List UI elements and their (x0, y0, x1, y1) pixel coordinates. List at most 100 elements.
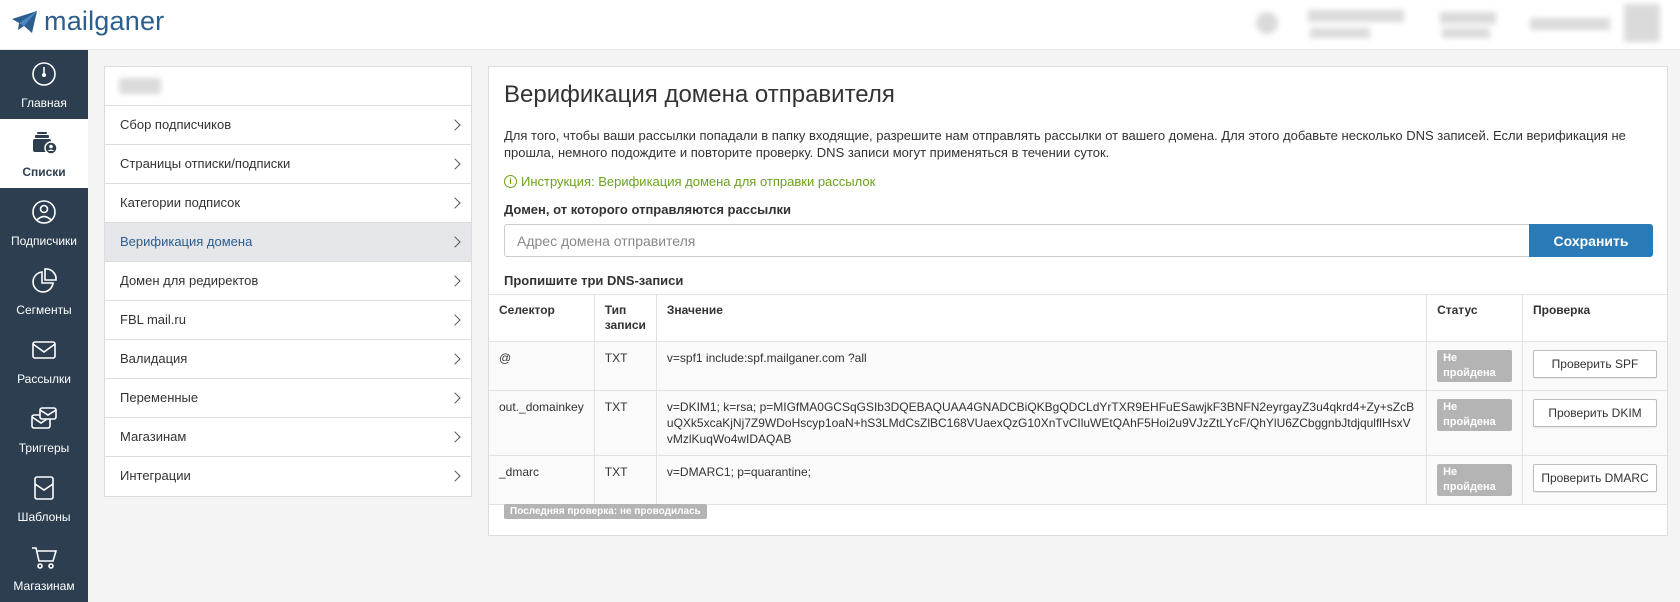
submenu-item-subscription-categories[interactable]: Категории подписок (105, 184, 471, 223)
table-header-row: Селектор Тип записи Значение Статус Пров… (489, 294, 1667, 342)
status-cell: Не пройдена (1426, 390, 1523, 456)
sidebar-item-label: Главная (21, 96, 67, 110)
blurred-header-item (1256, 12, 1278, 34)
page-description: Для того, чтобы ваши рассылки попадали в… (504, 128, 1626, 160)
sidebar-item-label: Магазинам (13, 579, 75, 593)
chevron-right-icon (449, 236, 461, 248)
sidebar-item-triggers[interactable]: Триггеры (0, 395, 88, 464)
value-cell: v=DMARC1; p=quarantine; (656, 455, 1428, 505)
sidebar-item-templates[interactable]: Шаблоны (0, 464, 88, 533)
column-header-selector: Селектор (489, 294, 595, 342)
submenu-item-validation[interactable]: Валидация (105, 340, 471, 379)
trigger-icon (31, 407, 57, 429)
dns-records-table: Селектор Тип записи Значение Статус Пров… (489, 294, 1667, 505)
column-header-check: Проверка (1522, 294, 1667, 342)
status-cell: Не пройдена (1426, 341, 1523, 391)
table-row: out._domainkey TXT v=DKIM1; k=rsa; p=MIG… (489, 390, 1667, 456)
sidebar-item-campaigns[interactable]: Рассылки (0, 326, 88, 395)
save-button[interactable]: Сохранить (1529, 224, 1653, 257)
chevron-right-icon (449, 392, 461, 404)
submenu-item-label: FBL mail.ru (120, 312, 186, 327)
table-row: @ TXT v=spf1 include:spf.mailganer.com ?… (489, 341, 1667, 391)
column-header-status: Статус (1426, 294, 1523, 342)
domain-input[interactable] (504, 224, 1530, 257)
list-settings-menu: Сбор подписчиков Страницы отписки/подпис… (104, 66, 472, 497)
submenu-item-integrations[interactable]: Интеграции (105, 457, 471, 496)
template-icon (34, 476, 54, 500)
check-cell: Проверить DKIM (1522, 390, 1667, 456)
check-cell: Проверить SPF (1522, 341, 1667, 391)
chevron-right-icon (449, 353, 461, 365)
last-check-badge: Последняя проверка: не проводилась (504, 504, 707, 519)
blurred-header-item (1530, 18, 1610, 30)
submenu-item-subscriber-collection[interactable]: Сбор подписчиков (105, 106, 471, 145)
type-cell: TXT (594, 390, 657, 456)
chevron-right-icon (449, 197, 461, 209)
instruction-link[interactable]: i Инструкция: Верификация домена для отп… (504, 174, 875, 189)
sidebar-item-segments[interactable]: Сегменты (0, 257, 88, 326)
user-icon (32, 200, 56, 224)
submenu-item-domain-verification[interactable]: Верификация домена (105, 223, 471, 262)
check-cell: Проверить DMARC (1522, 455, 1667, 505)
status-cell: Не пройдена (1426, 455, 1523, 505)
domain-field-label: Домен, от которого отправляются рассылки (504, 202, 792, 217)
submenu-item-label: Магазинам (120, 429, 187, 444)
sidebar-item-label: Списки (22, 165, 66, 179)
submenu-item-unsubscribe-pages[interactable]: Страницы отписки/подписки (105, 145, 471, 184)
sidebar-item-label: Шаблоны (17, 510, 71, 524)
chevron-right-icon (449, 431, 461, 443)
status-badge: Не пройдена (1437, 464, 1512, 496)
sidebar-item-subscribers[interactable]: Подписчики (0, 188, 88, 257)
column-header-type: Тип записи (594, 294, 657, 342)
instruction-link-label: Инструкция: Верификация домена для отпра… (521, 174, 876, 189)
selector-cell: _dmarc (489, 455, 595, 505)
blurred-list-name (119, 78, 161, 94)
submenu-item-label: Страницы отписки/подписки (120, 156, 291, 171)
table-row: _dmarc TXT v=DMARC1; p=quarantine; Не пр… (489, 455, 1667, 505)
dashboard-gauge-icon (32, 62, 56, 86)
column-header-value: Значение (656, 294, 1428, 342)
selector-cell: out._domainkey (489, 390, 595, 456)
blurred-header-item (1310, 28, 1370, 38)
submenu-header (105, 67, 471, 106)
value-cell: v=spf1 include:spf.mailganer.com ?all (656, 341, 1428, 391)
logo-text: mailganer (44, 6, 165, 36)
status-badge: Не пройдена (1437, 399, 1512, 431)
top-header: mailganer (0, 0, 1680, 50)
main-sidebar: Главная Списки Подписчики Сегменты Рассы… (0, 50, 88, 602)
value-cell: v=DKIM1; k=rsa; p=MIGfMA0GCSqGSIb3DQEBAQ… (656, 390, 1428, 456)
chevron-right-icon (449, 275, 461, 287)
submenu-item-label: Домен для редиректов (120, 273, 259, 288)
logo[interactable]: mailganer (10, 6, 164, 37)
page-title: Верификация домена отправителя (504, 81, 895, 108)
check-dkim-button[interactable]: Проверить DKIM (1533, 399, 1657, 427)
sidebar-item-shops[interactable]: Магазинам (0, 533, 88, 602)
type-cell: TXT (594, 341, 657, 391)
blurred-header-item (1440, 12, 1496, 24)
submenu-item-label: Переменные (120, 390, 199, 405)
submenu-item-variables[interactable]: Переменные (105, 379, 471, 418)
submenu-item-redirect-domain[interactable]: Домен для редиректов (105, 262, 471, 301)
submenu-item-label: Верификация домена (120, 234, 253, 249)
sidebar-item-label: Сегменты (16, 303, 72, 317)
pie-chart-icon (32, 268, 57, 293)
sidebar-item-lists[interactable]: Списки (0, 119, 88, 188)
check-spf-button[interactable]: Проверить SPF (1533, 350, 1657, 378)
chevron-right-icon (449, 314, 461, 326)
submenu-item-shops[interactable]: Магазинам (105, 418, 471, 457)
dns-records-title: Пропишите три DNS-записи (504, 273, 684, 288)
info-icon: i (504, 175, 517, 188)
logo-envelope-icon (12, 10, 37, 33)
submenu-item-label: Категории подписок (120, 195, 241, 210)
cart-icon (32, 547, 58, 569)
submenu-item-fbl-mailru[interactable]: FBL mail.ru (105, 301, 471, 340)
sidebar-item-label: Рассылки (17, 372, 71, 386)
blurred-header-item (1442, 28, 1490, 38)
submenu-item-label: Сбор подписчиков (120, 117, 232, 132)
blurred-header-item (1308, 10, 1404, 22)
sidebar-item-home[interactable]: Главная (0, 50, 88, 119)
domain-verification-panel: Верификация домена отправителя Для того,… (488, 66, 1668, 536)
chevron-right-icon (449, 119, 461, 131)
check-dmarc-button[interactable]: Проверить DMARC (1533, 464, 1657, 492)
sidebar-item-label: Триггеры (18, 441, 70, 455)
